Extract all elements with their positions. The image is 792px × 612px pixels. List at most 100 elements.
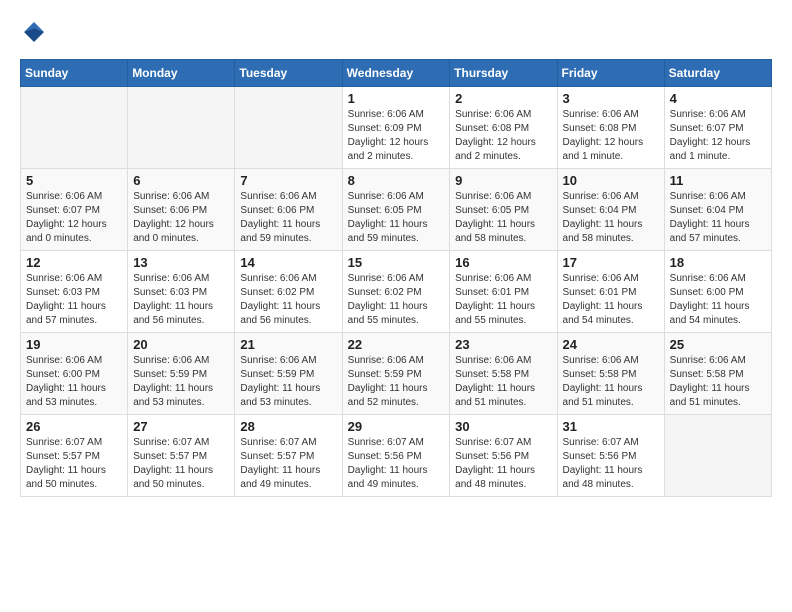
day-info: Sunrise: 6:06 AM Sunset: 6:01 PM Dayligh… (455, 272, 551, 328)
weekday-header-sunday: Sunday (21, 60, 128, 87)
week-row-5: 26 Sunrise: 6:07 AM Sunset: 5:57 PM Dayli… (21, 415, 772, 497)
day-number: 19 (26, 337, 122, 352)
weekday-header-wednesday: Wednesday (342, 60, 450, 87)
day-number: 23 (455, 337, 551, 352)
day-info: Sunrise: 6:06 AM Sunset: 6:07 PM Dayligh… (26, 190, 122, 246)
day-info: Sunrise: 6:07 AM Sunset: 5:57 PM Dayligh… (26, 436, 122, 492)
day-number: 8 (348, 173, 445, 188)
day-number: 13 (133, 255, 229, 270)
week-row-4: 19 Sunrise: 6:06 AM Sunset: 6:00 PM Dayli… (21, 333, 772, 415)
calendar-cell: 7 Sunrise: 6:06 AM Sunset: 6:06 PM Daylig… (235, 169, 342, 251)
day-number: 4 (670, 91, 766, 106)
day-info: Sunrise: 6:06 AM Sunset: 6:01 PM Dayligh… (563, 272, 659, 328)
calendar-cell: 29 Sunrise: 6:07 AM Sunset: 5:56 PM Dayli… (342, 415, 450, 497)
calendar-cell: 5 Sunrise: 6:06 AM Sunset: 6:07 PM Daylig… (21, 169, 128, 251)
calendar-cell (128, 87, 235, 169)
day-info: Sunrise: 6:06 AM Sunset: 6:08 PM Dayligh… (455, 108, 551, 164)
calendar-cell: 14 Sunrise: 6:06 AM Sunset: 6:02 PM Dayli… (235, 251, 342, 333)
calendar-cell: 20 Sunrise: 6:06 AM Sunset: 5:59 PM Dayli… (128, 333, 235, 415)
day-info: Sunrise: 6:07 AM Sunset: 5:56 PM Dayligh… (348, 436, 445, 492)
day-info: Sunrise: 6:06 AM Sunset: 6:03 PM Dayligh… (26, 272, 122, 328)
page-header (20, 20, 772, 49)
day-number: 16 (455, 255, 551, 270)
day-info: Sunrise: 6:07 AM Sunset: 5:57 PM Dayligh… (133, 436, 229, 492)
day-info: Sunrise: 6:06 AM Sunset: 5:58 PM Dayligh… (455, 354, 551, 410)
calendar-cell: 15 Sunrise: 6:06 AM Sunset: 6:02 PM Dayli… (342, 251, 450, 333)
calendar-cell: 1Sunrise: 6:06 AM Sunset: 6:09 PM Daylig… (342, 87, 450, 169)
calendar-cell: 23 Sunrise: 6:06 AM Sunset: 5:58 PM Dayli… (450, 333, 557, 415)
weekday-header-row: SundayMondayTuesdayWednesdayThursdayFrid… (21, 60, 772, 87)
calendar-cell: 6Sunrise: 6:06 AM Sunset: 6:06 PM Daylig… (128, 169, 235, 251)
calendar-cell: 17Sunrise: 6:06 AM Sunset: 6:01 PM Dayli… (557, 251, 664, 333)
day-number: 9 (455, 173, 551, 188)
day-number: 29 (348, 419, 445, 434)
day-info: Sunrise: 6:07 AM Sunset: 5:57 PM Dayligh… (240, 436, 336, 492)
calendar-cell: 2 Sunrise: 6:06 AM Sunset: 6:08 PM Daylig… (450, 87, 557, 169)
calendar-cell: 18 Sunrise: 6:06 AM Sunset: 6:00 PM Dayli… (664, 251, 771, 333)
calendar-cell: 26 Sunrise: 6:07 AM Sunset: 5:57 PM Dayli… (21, 415, 128, 497)
day-info: Sunrise: 6:06 AM Sunset: 6:06 PM Dayligh… (133, 190, 229, 246)
calendar-cell: 12 Sunrise: 6:06 AM Sunset: 6:03 PM Dayli… (21, 251, 128, 333)
day-info: Sunrise: 6:06 AM Sunset: 5:58 PM Dayligh… (563, 354, 659, 410)
calendar-cell: 25 Sunrise: 6:06 AM Sunset: 5:58 PM Dayli… (664, 333, 771, 415)
day-number: 2 (455, 91, 551, 106)
day-number: 15 (348, 255, 445, 270)
weekday-header-saturday: Saturday (664, 60, 771, 87)
day-number: 26 (26, 419, 122, 434)
calendar-cell: 10 Sunrise: 6:06 AM Sunset: 6:04 PM Dayli… (557, 169, 664, 251)
day-info: Sunrise: 6:07 AM Sunset: 5:56 PM Dayligh… (455, 436, 551, 492)
day-number: 10 (563, 173, 659, 188)
calendar-cell: 13Sunrise: 6:06 AM Sunset: 6:03 PM Dayli… (128, 251, 235, 333)
day-info: Sunrise: 6:07 AM Sunset: 5:56 PM Dayligh… (563, 436, 659, 492)
week-row-1: 1Sunrise: 6:06 AM Sunset: 6:09 PM Daylig… (21, 87, 772, 169)
calendar: SundayMondayTuesdayWednesdayThursdayFrid… (20, 59, 772, 497)
week-row-3: 12 Sunrise: 6:06 AM Sunset: 6:03 PM Dayli… (21, 251, 772, 333)
day-number: 31 (563, 419, 659, 434)
calendar-cell: 11 Sunrise: 6:06 AM Sunset: 6:04 PM Dayli… (664, 169, 771, 251)
day-number: 20 (133, 337, 229, 352)
day-number: 5 (26, 173, 122, 188)
day-number: 7 (240, 173, 336, 188)
day-info: Sunrise: 6:06 AM Sunset: 6:02 PM Dayligh… (240, 272, 336, 328)
day-info: Sunrise: 6:06 AM Sunset: 6:00 PM Dayligh… (26, 354, 122, 410)
day-info: Sunrise: 6:06 AM Sunset: 6:05 PM Dayligh… (348, 190, 445, 246)
calendar-cell: 3 Sunrise: 6:06 AM Sunset: 6:08 PM Daylig… (557, 87, 664, 169)
calendar-cell: 30 Sunrise: 6:07 AM Sunset: 5:56 PM Dayli… (450, 415, 557, 497)
day-info: Sunrise: 6:06 AM Sunset: 5:58 PM Dayligh… (670, 354, 766, 410)
day-number: 12 (26, 255, 122, 270)
calendar-cell: 27Sunrise: 6:07 AM Sunset: 5:57 PM Dayli… (128, 415, 235, 497)
day-info: Sunrise: 6:06 AM Sunset: 6:04 PM Dayligh… (563, 190, 659, 246)
logo-icon (22, 20, 46, 44)
calendar-cell (21, 87, 128, 169)
calendar-cell: 24 Sunrise: 6:06 AM Sunset: 5:58 PM Dayli… (557, 333, 664, 415)
weekday-header-friday: Friday (557, 60, 664, 87)
calendar-cell: 8 Sunrise: 6:06 AM Sunset: 6:05 PM Daylig… (342, 169, 450, 251)
day-info: Sunrise: 6:06 AM Sunset: 6:09 PM Dayligh… (348, 108, 445, 164)
calendar-cell: 4 Sunrise: 6:06 AM Sunset: 6:07 PM Daylig… (664, 87, 771, 169)
day-number: 18 (670, 255, 766, 270)
day-info: Sunrise: 6:06 AM Sunset: 6:06 PM Dayligh… (240, 190, 336, 246)
day-number: 14 (240, 255, 336, 270)
day-info: Sunrise: 6:06 AM Sunset: 5:59 PM Dayligh… (133, 354, 229, 410)
week-row-2: 5 Sunrise: 6:06 AM Sunset: 6:07 PM Daylig… (21, 169, 772, 251)
day-number: 11 (670, 173, 766, 188)
day-info: Sunrise: 6:06 AM Sunset: 6:08 PM Dayligh… (563, 108, 659, 164)
day-number: 25 (670, 337, 766, 352)
day-number: 22 (348, 337, 445, 352)
day-number: 3 (563, 91, 659, 106)
weekday-header-tuesday: Tuesday (235, 60, 342, 87)
calendar-cell: 9Sunrise: 6:06 AM Sunset: 6:05 PM Daylig… (450, 169, 557, 251)
day-info: Sunrise: 6:06 AM Sunset: 6:04 PM Dayligh… (670, 190, 766, 246)
day-number: 24 (563, 337, 659, 352)
calendar-cell: 19 Sunrise: 6:06 AM Sunset: 6:00 PM Dayli… (21, 333, 128, 415)
day-number: 30 (455, 419, 551, 434)
calendar-cell (235, 87, 342, 169)
calendar-cell: 21Sunrise: 6:06 AM Sunset: 5:59 PM Dayli… (235, 333, 342, 415)
day-info: Sunrise: 6:06 AM Sunset: 5:59 PM Dayligh… (240, 354, 336, 410)
day-info: Sunrise: 6:06 AM Sunset: 6:00 PM Dayligh… (670, 272, 766, 328)
calendar-cell: 16 Sunrise: 6:06 AM Sunset: 6:01 PM Dayli… (450, 251, 557, 333)
day-info: Sunrise: 6:06 AM Sunset: 6:02 PM Dayligh… (348, 272, 445, 328)
calendar-cell (664, 415, 771, 497)
day-info: Sunrise: 6:06 AM Sunset: 6:07 PM Dayligh… (670, 108, 766, 164)
calendar-cell: 22Sunrise: 6:06 AM Sunset: 5:59 PM Dayli… (342, 333, 450, 415)
